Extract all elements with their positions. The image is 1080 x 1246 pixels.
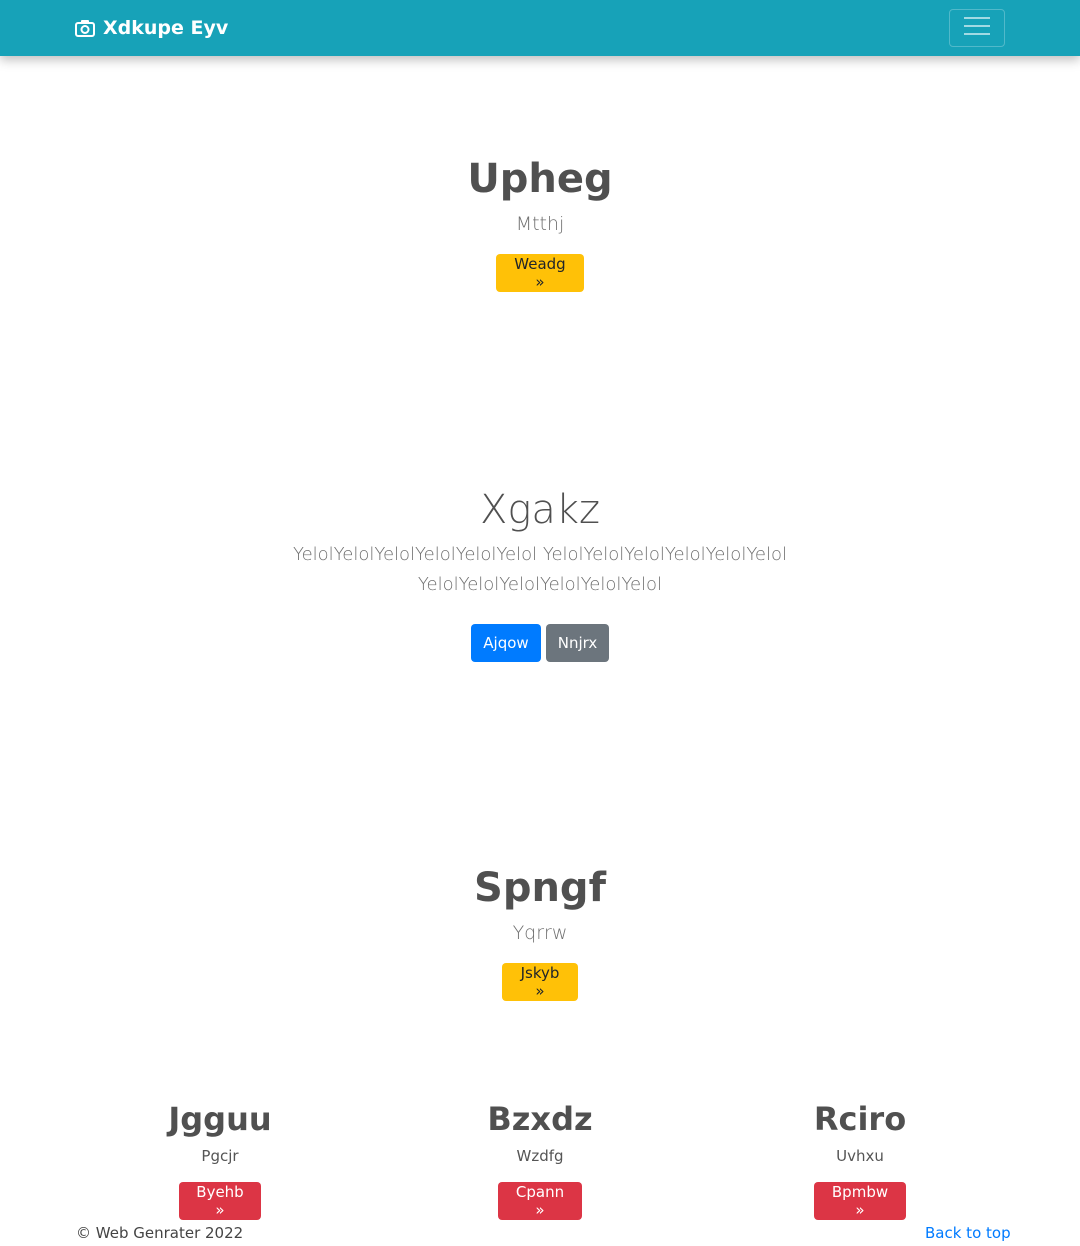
column-2-button[interactable]: Cpann »: [498, 1182, 582, 1220]
camera-icon: [75, 19, 95, 37]
hero2-text-line1: YelolYelolYelolYelolYelolYelol YelolYelo…: [292, 544, 788, 565]
column-1-title: Jgguu: [168, 1100, 272, 1138]
hero3-button[interactable]: Jskyb »: [502, 963, 578, 1001]
back-to-top-link[interactable]: Back to top: [925, 1224, 1011, 1242]
footer-copyright: © Web Genrater 2022: [76, 1224, 244, 1242]
column-3: Rciro Uvhxu Bpmbw »: [700, 1098, 1020, 1220]
navbar-toggler-button[interactable]: [949, 9, 1005, 47]
hero2-text-line2: YelolYelolYelolYelolYelolYelol: [417, 574, 663, 595]
hero-section-1: Upheg Mtthj Weadg »: [0, 154, 1080, 292]
hero2-secondary-button[interactable]: Nnjrx: [546, 624, 609, 662]
hero1-title: Upheg: [467, 156, 613, 202]
column-1-subtitle: Pgcjr: [201, 1147, 239, 1165]
hero2-primary-button[interactable]: Ajqow: [471, 624, 541, 662]
column-1-button[interactable]: Byehb »: [179, 1182, 261, 1220]
column-3-subtitle: Uvhxu: [836, 1147, 884, 1165]
column-3-button[interactable]: Bpmbw »: [814, 1182, 906, 1220]
column-1: Jgguu Pgcjr Byehb »: [60, 1098, 380, 1220]
hero-section-2: Xgakz YelolYelolYelolYelolYelolYelol Yel…: [0, 485, 1080, 662]
hero-section-3: Spngf Yqrrw Jskyb »: [0, 863, 1080, 1001]
hero1-button[interactable]: Weadg »: [496, 254, 584, 292]
navbar-brand[interactable]: Xdkupe Eyv: [75, 0, 228, 56]
column-3-title: Rciro: [813, 1100, 907, 1138]
hero3-subtitle: Yqrrw: [512, 922, 568, 944]
navbar: Xdkupe Eyv: [0, 0, 1080, 56]
column-2-subtitle: Wzdfg: [516, 1147, 564, 1165]
column-2-title: Bzxdz: [487, 1100, 593, 1138]
hamburger-menu-icon: [963, 15, 991, 41]
brand-label: Xdkupe Eyv: [103, 17, 229, 39]
hero3-title: Spngf: [474, 865, 606, 911]
hero1-subtitle: Mtthj: [515, 213, 565, 235]
hero2-title: Xgakz: [479, 487, 601, 533]
column-2: Bzxdz Wzdfg Cpann »: [380, 1098, 700, 1220]
